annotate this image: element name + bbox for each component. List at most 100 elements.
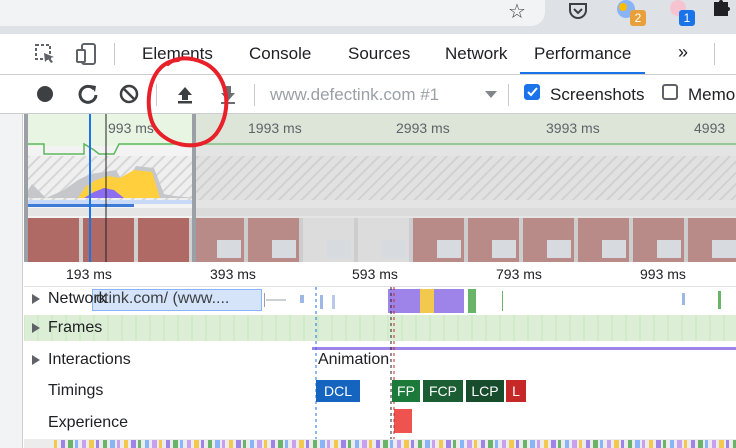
- flame-slice: [530, 440, 535, 448]
- flame-slice: [54, 440, 57, 448]
- overview-tick: 2993 ms: [396, 120, 450, 136]
- flame-slice: [649, 440, 653, 448]
- address-bar-end[interactable]: [0, 0, 545, 26]
- flame-slice: [621, 440, 624, 448]
- flame-slice: [187, 440, 191, 448]
- flame-slice: [180, 440, 183, 448]
- screenshots-checkbox[interactable]: [524, 84, 540, 100]
- flame-slice: [677, 440, 682, 448]
- flame-slice: [103, 440, 107, 448]
- ruler-tick: 193 ms: [66, 266, 112, 282]
- marker-fcp[interactable]: FCP: [423, 380, 463, 402]
- marker-fp[interactable]: FP: [392, 380, 420, 402]
- track-frames[interactable]: Frames: [48, 319, 102, 337]
- flame-slice: [383, 440, 388, 448]
- flame-slice: [726, 440, 729, 448]
- tab-sources[interactable]: Sources: [348, 44, 410, 64]
- flame-slice: [537, 440, 540, 448]
- flame-slice: [460, 440, 464, 448]
- flame-slice: [369, 440, 372, 448]
- flame-slice: [481, 440, 485, 448]
- flame-slice: [516, 440, 519, 448]
- screenshot-thumbnail: [138, 218, 189, 262]
- flame-slice: [313, 440, 317, 448]
- flame-slice: [684, 440, 687, 448]
- flame-slice: [271, 440, 275, 448]
- flame-slice: [362, 440, 367, 448]
- animation-label[interactable]: Animation: [318, 351, 389, 369]
- flame-slice: [642, 440, 645, 448]
- flame-slice: [712, 440, 716, 448]
- flame-slice: [299, 440, 304, 448]
- flame-slice: [495, 440, 498, 448]
- flame-slice: [656, 440, 661, 448]
- flame-slice: [670, 440, 674, 448]
- extension-badge: 1: [679, 10, 695, 26]
- chevron-down-icon[interactable]: [485, 91, 497, 98]
- expand-network-icon[interactable]: [32, 294, 40, 304]
- pocket-extension-icon[interactable]: [566, 0, 590, 22]
- flame-slice: [292, 440, 296, 448]
- flame-slice: [334, 440, 338, 448]
- marker-dcl[interactable]: DCL: [316, 380, 360, 402]
- network-request-label: ctink.com/ (www....: [96, 290, 230, 307]
- flame-slice: [572, 440, 577, 448]
- more-tabs-button[interactable]: »: [678, 42, 688, 63]
- flame-slice: [215, 440, 220, 448]
- flame-slice: [376, 440, 380, 448]
- ruler-tick: 393 ms: [210, 266, 256, 282]
- divider: [254, 84, 255, 106]
- track-interactions[interactable]: Interactions: [48, 351, 131, 369]
- flame-slice: [446, 440, 451, 448]
- divider: [508, 84, 509, 106]
- marker-l[interactable]: L: [506, 380, 526, 402]
- ruler-tick: 793 ms: [496, 266, 542, 282]
- bookmark-star-icon[interactable]: ☆: [508, 0, 526, 22]
- tab-network[interactable]: Network: [445, 44, 507, 64]
- flame-slice: [698, 440, 703, 448]
- flame-slice: [96, 440, 99, 448]
- flame-slice: [159, 440, 162, 448]
- flame-slice: [110, 440, 115, 448]
- flame-slice: [131, 440, 136, 448]
- puzzle-extensions-icon[interactable]: [708, 0, 732, 20]
- flame-slice: [565, 440, 569, 448]
- flame-slice: [208, 440, 212, 448]
- reload-record-icon[interactable]: [77, 83, 99, 105]
- flame-slice: [173, 440, 178, 448]
- flame-slice: [194, 440, 199, 448]
- memory-checkbox[interactable]: [662, 84, 678, 100]
- flame-slice: [257, 440, 262, 448]
- flame-slice: [600, 440, 603, 448]
- flame-slice: [404, 440, 409, 448]
- flame-slice: [327, 440, 330, 448]
- devtools-tab-bar: Elements Console Sources Network Perform…: [0, 34, 736, 75]
- expand-interactions-icon[interactable]: [32, 355, 40, 365]
- flame-slice: [635, 440, 640, 448]
- flame-slice: [138, 440, 141, 448]
- record-icon[interactable]: [34, 83, 56, 105]
- overview-tick: 3993 ms: [546, 120, 600, 136]
- overview-tick: 4993: [694, 120, 726, 136]
- profile-select[interactable]: www.defectink.com #1: [270, 85, 439, 105]
- expand-frames-icon[interactable]: [32, 323, 40, 333]
- flame-slice: [152, 440, 157, 448]
- inspect-element-icon[interactable]: [34, 43, 56, 65]
- flame-slice: [264, 440, 267, 448]
- marker-lcp[interactable]: LCP: [466, 380, 504, 402]
- flame-slice: [243, 440, 246, 448]
- tab-performance[interactable]: Performance: [520, 44, 646, 74]
- flame-slice: [124, 440, 128, 448]
- overview-tick: 1993 ms: [248, 120, 302, 136]
- flame-slice: [453, 440, 456, 448]
- flame-slice: [348, 440, 351, 448]
- tab-console[interactable]: Console: [249, 44, 311, 64]
- flame-slice: [229, 440, 233, 448]
- flame-slice: [579, 440, 582, 448]
- flame-slice: [425, 440, 430, 448]
- flame-slice: [390, 440, 393, 448]
- device-toolbar-icon[interactable]: [76, 42, 98, 66]
- flame-slice: [117, 440, 120, 448]
- flame-slice: [89, 440, 94, 448]
- track-network[interactable]: Network: [48, 290, 107, 308]
